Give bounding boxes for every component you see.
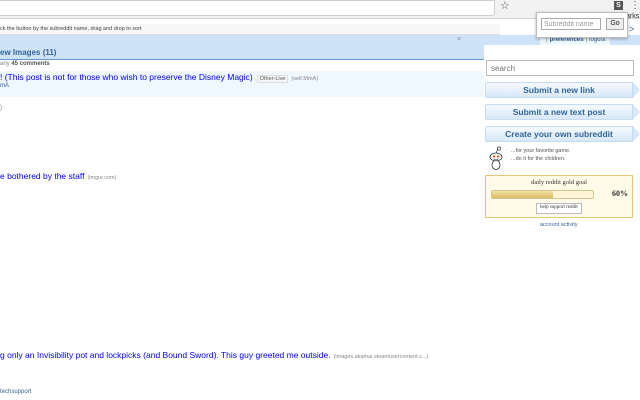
gold-goal-box: daily reddit gold goal 60% help support … xyxy=(485,175,633,218)
post-title-text[interactable]: ! (This post is not for those who wish t… xyxy=(0,72,253,82)
post-domain[interactable]: (imgur.com) xyxy=(87,175,116,181)
post-domain[interactable]: (self.MmA) xyxy=(291,76,318,82)
post-author[interactable]: any xyxy=(0,61,11,67)
tab-bar xyxy=(0,45,484,60)
tagline: ...do it for the children. xyxy=(511,156,566,162)
subreddit-link[interactable]: techsupport xyxy=(0,389,31,395)
submit-link-button[interactable]: Submit a new link xyxy=(485,82,640,98)
create-subreddit-button[interactable]: Create your own subreddit xyxy=(485,126,640,142)
arrow-right-icon[interactable]: > xyxy=(629,24,634,34)
submit-text-button[interactable]: Submit a new text post xyxy=(485,104,640,120)
star-icon[interactable]: ☆ xyxy=(500,0,510,12)
gold-percent: 60% xyxy=(612,189,628,198)
instruction-text: ck the button by the subreddit name, dra… xyxy=(0,24,500,35)
post-title-text[interactable]: g only an Invisibility pot and lockpicks… xyxy=(0,350,331,360)
post-title-text[interactable]: e bothered by the staff xyxy=(0,171,84,181)
post-title[interactable]: ! (This post is not for those who wish t… xyxy=(0,72,318,83)
post-title[interactable]: g only an Invisibility pot and lockpicks… xyxy=(0,350,428,360)
post-title[interactable]: e bothered by the staff (imgur.com) xyxy=(0,171,116,181)
help-support-button[interactable]: help support reddit xyxy=(536,203,582,214)
go-button[interactable]: Go xyxy=(606,18,624,30)
account-activity-link[interactable]: account activity xyxy=(540,222,578,228)
comments-link[interactable]: 45 comments xyxy=(11,61,49,67)
close-icon[interactable]: × xyxy=(457,36,461,43)
gold-progress-bar xyxy=(491,190,594,199)
extension-icon[interactable]: S xyxy=(614,1,623,10)
subreddit-popup: Go xyxy=(536,12,628,38)
tab-new-images[interactable]: ew Images (11) xyxy=(0,47,56,59)
gold-progress-fill xyxy=(492,191,553,198)
tagline: ...for your favorite game. xyxy=(511,148,571,154)
post-meta: any 45 comments xyxy=(0,61,50,67)
reddit-alien-icon xyxy=(489,146,503,170)
address-bar[interactable] xyxy=(0,0,495,16)
gold-goal-title: daily reddit gold goal xyxy=(531,179,587,186)
subreddit-link[interactable]: mA xyxy=(0,83,9,89)
more-vert-icon[interactable]: ⋮ xyxy=(630,0,640,11)
search-input[interactable] xyxy=(486,60,634,76)
subreddit-name-input[interactable] xyxy=(541,18,601,30)
post-domain[interactable]: (images.akamai.steamusercontent.c...) xyxy=(334,354,429,360)
post-meta-extra: ) xyxy=(0,105,2,111)
post-flair: Other-Live xyxy=(256,75,289,83)
